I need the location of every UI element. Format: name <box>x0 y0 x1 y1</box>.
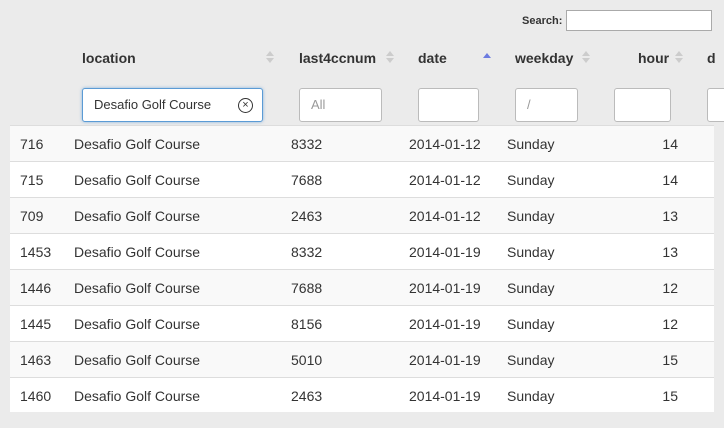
sort-icon-location[interactable] <box>266 50 274 64</box>
cell-last4ccnum: 2463 <box>291 208 323 224</box>
cell-date: 2014-01-19 <box>409 244 481 260</box>
cell-weekday: Sunday <box>507 352 555 368</box>
table-row[interactable]: 1446 Desafio Golf Course 7688 2014-01-19… <box>10 269 714 305</box>
clear-filter-icon[interactable]: × <box>238 98 253 113</box>
location-filter-value: Desafio Golf Course <box>94 97 212 112</box>
cell-date: 2014-01-19 <box>409 388 481 404</box>
table-body: 716 Desafio Golf Course 8332 2014-01-12 … <box>10 125 714 412</box>
cell-id: 1453 <box>20 244 52 260</box>
weekday-filter-input[interactable]: / <box>515 88 578 122</box>
column-header-hour[interactable]: hour <box>638 50 669 66</box>
cell-weekday: Sunday <box>507 244 555 260</box>
cell-hour: 13 <box>662 244 678 260</box>
date-filter-input[interactable] <box>418 88 479 122</box>
table-row[interactable]: 1453 Desafio Golf Course 8332 2014-01-19… <box>10 233 714 269</box>
cell-weekday: Sunday <box>507 388 555 404</box>
cell-weekday: Sunday <box>507 316 555 332</box>
cell-hour: 14 <box>662 136 678 152</box>
search-input[interactable] <box>566 10 713 31</box>
cell-location: Desafio Golf Course <box>74 352 201 368</box>
hour-filter-input[interactable] <box>614 88 671 122</box>
next-filter-input[interactable] <box>707 88 724 122</box>
cell-id: 715 <box>20 172 44 188</box>
last4ccnum-filter-input[interactable]: All <box>299 88 382 122</box>
column-header-next[interactable]: d <box>707 50 716 66</box>
sort-icon-weekday[interactable] <box>582 50 590 64</box>
cell-date: 2014-01-19 <box>409 352 481 368</box>
table-row[interactable]: 1460 Desafio Golf Course 2463 2014-01-19… <box>10 377 714 412</box>
cell-hour: 14 <box>662 172 678 188</box>
cell-location: Desafio Golf Course <box>74 208 201 224</box>
table-header: location last4ccnum date weekday hour d <box>10 38 724 79</box>
cell-last4ccnum: 7688 <box>291 172 323 188</box>
cell-date: 2014-01-12 <box>409 172 481 188</box>
cell-location: Desafio Golf Course <box>74 244 201 260</box>
cell-last4ccnum: 5010 <box>291 352 323 368</box>
table-row[interactable]: 709 Desafio Golf Course 2463 2014-01-12 … <box>10 197 714 233</box>
table-row[interactable]: 1463 Desafio Golf Course 5010 2014-01-19… <box>10 341 714 377</box>
global-search: Search: <box>522 10 713 31</box>
table-row[interactable]: 716 Desafio Golf Course 8332 2014-01-12 … <box>10 125 714 161</box>
cell-date: 2014-01-12 <box>409 208 481 224</box>
cell-weekday: Sunday <box>507 208 555 224</box>
table-row[interactable]: 1445 Desafio Golf Course 8156 2014-01-19… <box>10 305 714 341</box>
filter-row: Desafio Golf Course × All / <box>10 78 724 132</box>
cell-id: 709 <box>20 208 44 224</box>
cell-id: 716 <box>20 136 44 152</box>
cell-weekday: Sunday <box>507 136 555 152</box>
cell-location: Desafio Golf Course <box>74 172 201 188</box>
cell-location: Desafio Golf Course <box>74 280 201 296</box>
cell-last4ccnum: 8332 <box>291 244 323 260</box>
cell-location: Desafio Golf Course <box>74 316 201 332</box>
cell-weekday: Sunday <box>507 172 555 188</box>
cell-weekday: Sunday <box>507 280 555 296</box>
column-header-location[interactable]: location <box>82 50 136 66</box>
column-header-date[interactable]: date <box>418 50 447 66</box>
table-row[interactable]: 715 Desafio Golf Course 7688 2014-01-12 … <box>10 161 714 197</box>
cell-id: 1463 <box>20 352 52 368</box>
cell-location: Desafio Golf Course <box>74 388 201 404</box>
cell-id: 1460 <box>20 388 52 404</box>
cell-hour: 12 <box>662 316 678 332</box>
sort-ascending-icon[interactable] <box>483 50 491 64</box>
weekday-filter-value: / <box>527 97 531 112</box>
column-header-last4ccnum[interactable]: last4ccnum <box>299 50 376 66</box>
cell-last4ccnum: 2463 <box>291 388 323 404</box>
cell-date: 2014-01-19 <box>409 280 481 296</box>
cell-hour: 15 <box>662 352 678 368</box>
location-filter-input[interactable]: Desafio Golf Course × <box>82 88 263 122</box>
cell-id: 1446 <box>20 280 52 296</box>
cell-hour: 12 <box>662 280 678 296</box>
sort-icon-last4ccnum[interactable] <box>386 50 394 64</box>
search-label: Search: <box>522 14 563 27</box>
cell-date: 2014-01-19 <box>409 316 481 332</box>
cell-hour: 13 <box>662 208 678 224</box>
sort-icon-hour[interactable] <box>675 50 683 64</box>
cell-location: Desafio Golf Course <box>74 136 201 152</box>
cell-last4ccnum: 7688 <box>291 280 323 296</box>
cell-id: 1445 <box>20 316 52 332</box>
cell-date: 2014-01-12 <box>409 136 481 152</box>
column-header-weekday[interactable]: weekday <box>515 50 573 66</box>
cell-last4ccnum: 8156 <box>291 316 323 332</box>
cell-last4ccnum: 8332 <box>291 136 323 152</box>
cell-hour: 15 <box>662 388 678 404</box>
last4ccnum-filter-placeholder: All <box>311 97 326 112</box>
